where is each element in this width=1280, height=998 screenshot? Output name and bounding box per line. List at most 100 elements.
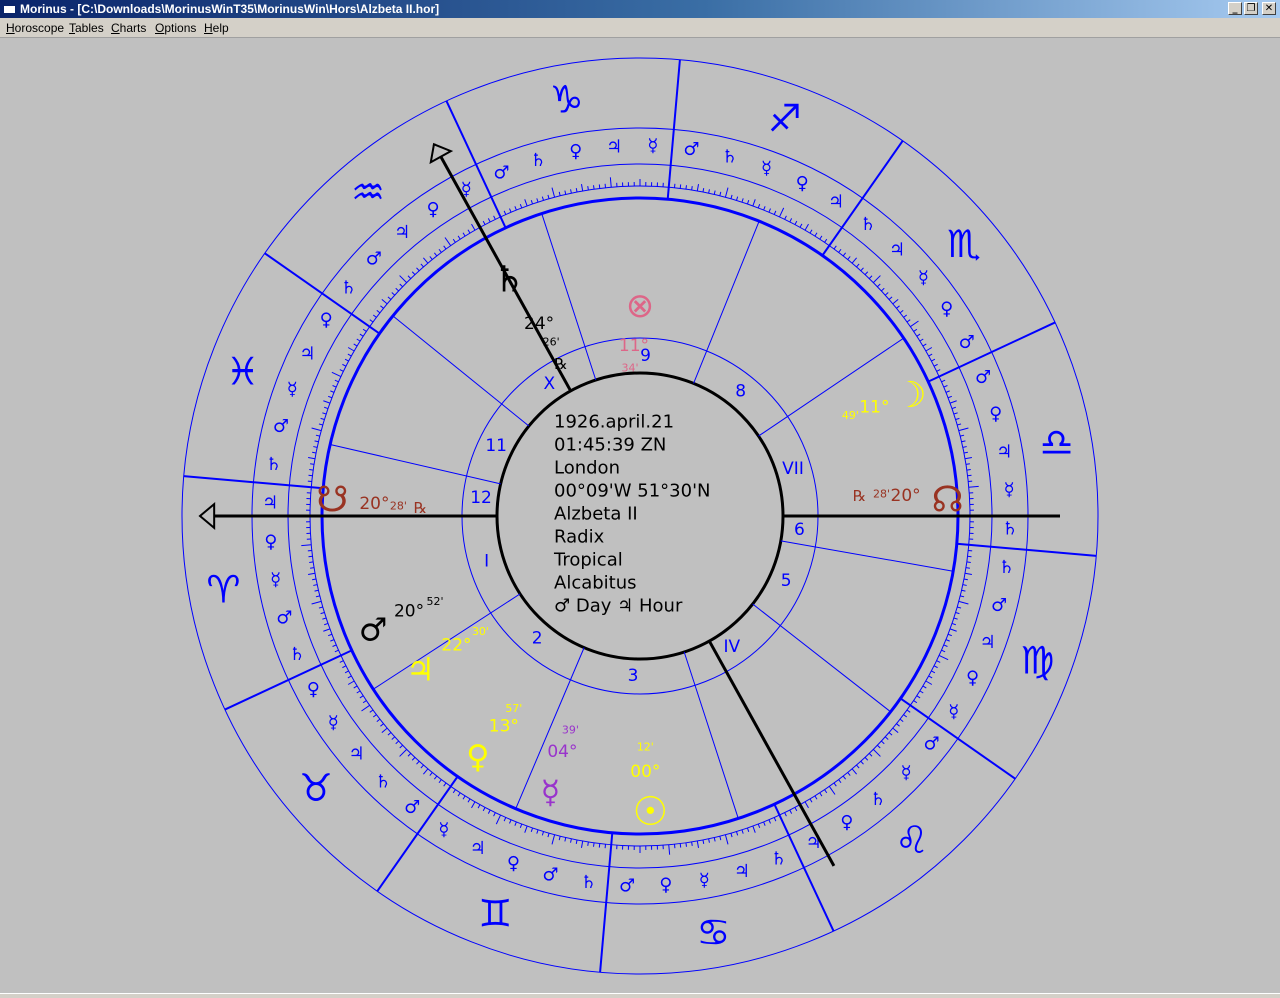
term-glyph: ♂ xyxy=(991,595,1007,616)
degree-tick xyxy=(395,740,399,745)
degree-tick xyxy=(462,232,466,237)
degree-tick xyxy=(452,238,456,243)
term-glyph: ♄ xyxy=(1002,518,1018,539)
degree-tick xyxy=(903,314,908,318)
saturn-retrograde: ℞ xyxy=(554,355,567,373)
mercury-degree: 04° xyxy=(547,742,577,762)
degree-tick xyxy=(933,665,938,669)
degree-tick xyxy=(824,789,828,794)
degree-tick xyxy=(444,237,452,246)
degree-tick xyxy=(968,485,979,488)
term-glyph: ☿ xyxy=(1004,480,1015,501)
app-icon[interactable] xyxy=(3,3,16,14)
degree-tick xyxy=(824,238,828,243)
degree-tick xyxy=(903,714,908,718)
degree-tick xyxy=(362,700,367,704)
degree-tick xyxy=(438,779,442,784)
term-glyph: ♃ xyxy=(606,136,622,157)
degree-tick xyxy=(311,427,322,432)
degree-tick xyxy=(487,218,491,223)
term-glyph: ♂ xyxy=(404,797,420,818)
menu-horoscope[interactable]: Horoscope xyxy=(6,21,64,35)
degree-tick xyxy=(947,395,952,399)
degree-tick xyxy=(395,287,399,292)
degree-tick xyxy=(503,210,507,215)
degree-tick xyxy=(804,801,809,809)
degree-tick xyxy=(493,812,496,817)
menu-tables[interactable]: Tables xyxy=(69,21,104,35)
degree-tick xyxy=(353,343,358,347)
moon-glyph: ☽ xyxy=(894,375,926,416)
close-button[interactable]: ✕ xyxy=(1262,2,1276,15)
degree-tick xyxy=(931,358,936,362)
degree-tick xyxy=(452,789,456,794)
degree-tick xyxy=(864,757,869,761)
south-node-minute: 28' xyxy=(390,499,407,512)
degree-tick xyxy=(407,275,412,279)
degree-tick xyxy=(814,795,818,800)
house-number: IV xyxy=(723,637,740,657)
degree-tick xyxy=(411,757,416,761)
sun-degree: 00° xyxy=(630,762,660,782)
degree-tick xyxy=(313,446,318,448)
term-glyph: ♂ xyxy=(683,139,699,160)
term-glyph: ♄ xyxy=(340,278,356,299)
sign-glyph: ♎ xyxy=(1040,421,1074,465)
term-glyph: ☿ xyxy=(647,136,658,157)
degree-tick xyxy=(938,655,949,661)
horoscope-wheel: ♈♉♊ ♋♌♍♎♏♐♑♒♓♃♀☿♂♄♀☿♃♄♂☿♃♀♂ ♄ ♂ ♀ ☿ ♃♄♃♀♄☿♂☿♀♃… xyxy=(181,57,1099,975)
degree-tick xyxy=(322,412,327,415)
term-glyph: ♀ xyxy=(320,309,333,330)
degree-tick xyxy=(913,328,918,332)
north-node-glyph: ☊ xyxy=(932,479,964,520)
term-glyph: ♂ xyxy=(366,248,382,269)
term-glyph: ♄ xyxy=(721,146,737,167)
degree-tick xyxy=(519,204,523,209)
degree-tick xyxy=(746,200,750,205)
degree-tick xyxy=(311,600,322,605)
degree-tick xyxy=(324,622,329,626)
degree-tick xyxy=(309,561,314,563)
degree-tick xyxy=(530,827,534,832)
degree-tick xyxy=(564,837,567,842)
term-glyph: ♂ xyxy=(923,733,939,754)
degree-tick xyxy=(575,188,578,193)
menu-charts[interactable]: Charts xyxy=(111,21,146,35)
degree-tick xyxy=(420,263,424,268)
degree-tick xyxy=(819,792,823,797)
degree-tick xyxy=(896,723,900,727)
degree-tick xyxy=(809,229,813,234)
degree-tick xyxy=(928,353,933,357)
window-title: Morinus - [C:\Downloads\MorinusWinT35\Mo… xyxy=(20,2,440,16)
term-glyph: ♃ xyxy=(734,861,750,882)
degree-tick xyxy=(391,292,396,296)
degree-tick xyxy=(310,463,315,465)
degree-tick xyxy=(487,809,491,814)
term-glyph: ♃ xyxy=(262,493,278,514)
term-glyph: ♀ xyxy=(507,853,520,874)
term-glyph: ♃ xyxy=(980,632,996,653)
term-glyph: ♀ xyxy=(659,875,672,896)
term-glyph: ☿ xyxy=(918,268,929,289)
restore-button[interactable]: ❐ xyxy=(1244,2,1258,15)
sign-glyph: ♏ xyxy=(947,222,981,266)
degree-tick xyxy=(884,292,889,296)
degree-tick xyxy=(828,786,836,795)
degree-tick xyxy=(913,700,918,704)
degree-tick xyxy=(344,358,349,362)
degree-tick xyxy=(433,775,438,780)
degree-tick xyxy=(420,764,424,769)
degree-tick xyxy=(609,177,612,188)
menu-help[interactable]: Help xyxy=(204,21,229,35)
degree-tick xyxy=(860,267,864,272)
degree-tick xyxy=(957,423,962,426)
degree-tick xyxy=(925,680,933,685)
sign-glyph: ♈ xyxy=(206,567,240,611)
degree-tick xyxy=(493,215,496,220)
degree-tick xyxy=(587,186,589,191)
degree-tick xyxy=(477,804,481,809)
house-cusp xyxy=(693,220,760,384)
minimize-button[interactable]: _ xyxy=(1228,2,1242,15)
menu-options[interactable]: Options xyxy=(155,21,196,35)
degree-tick xyxy=(719,836,722,841)
